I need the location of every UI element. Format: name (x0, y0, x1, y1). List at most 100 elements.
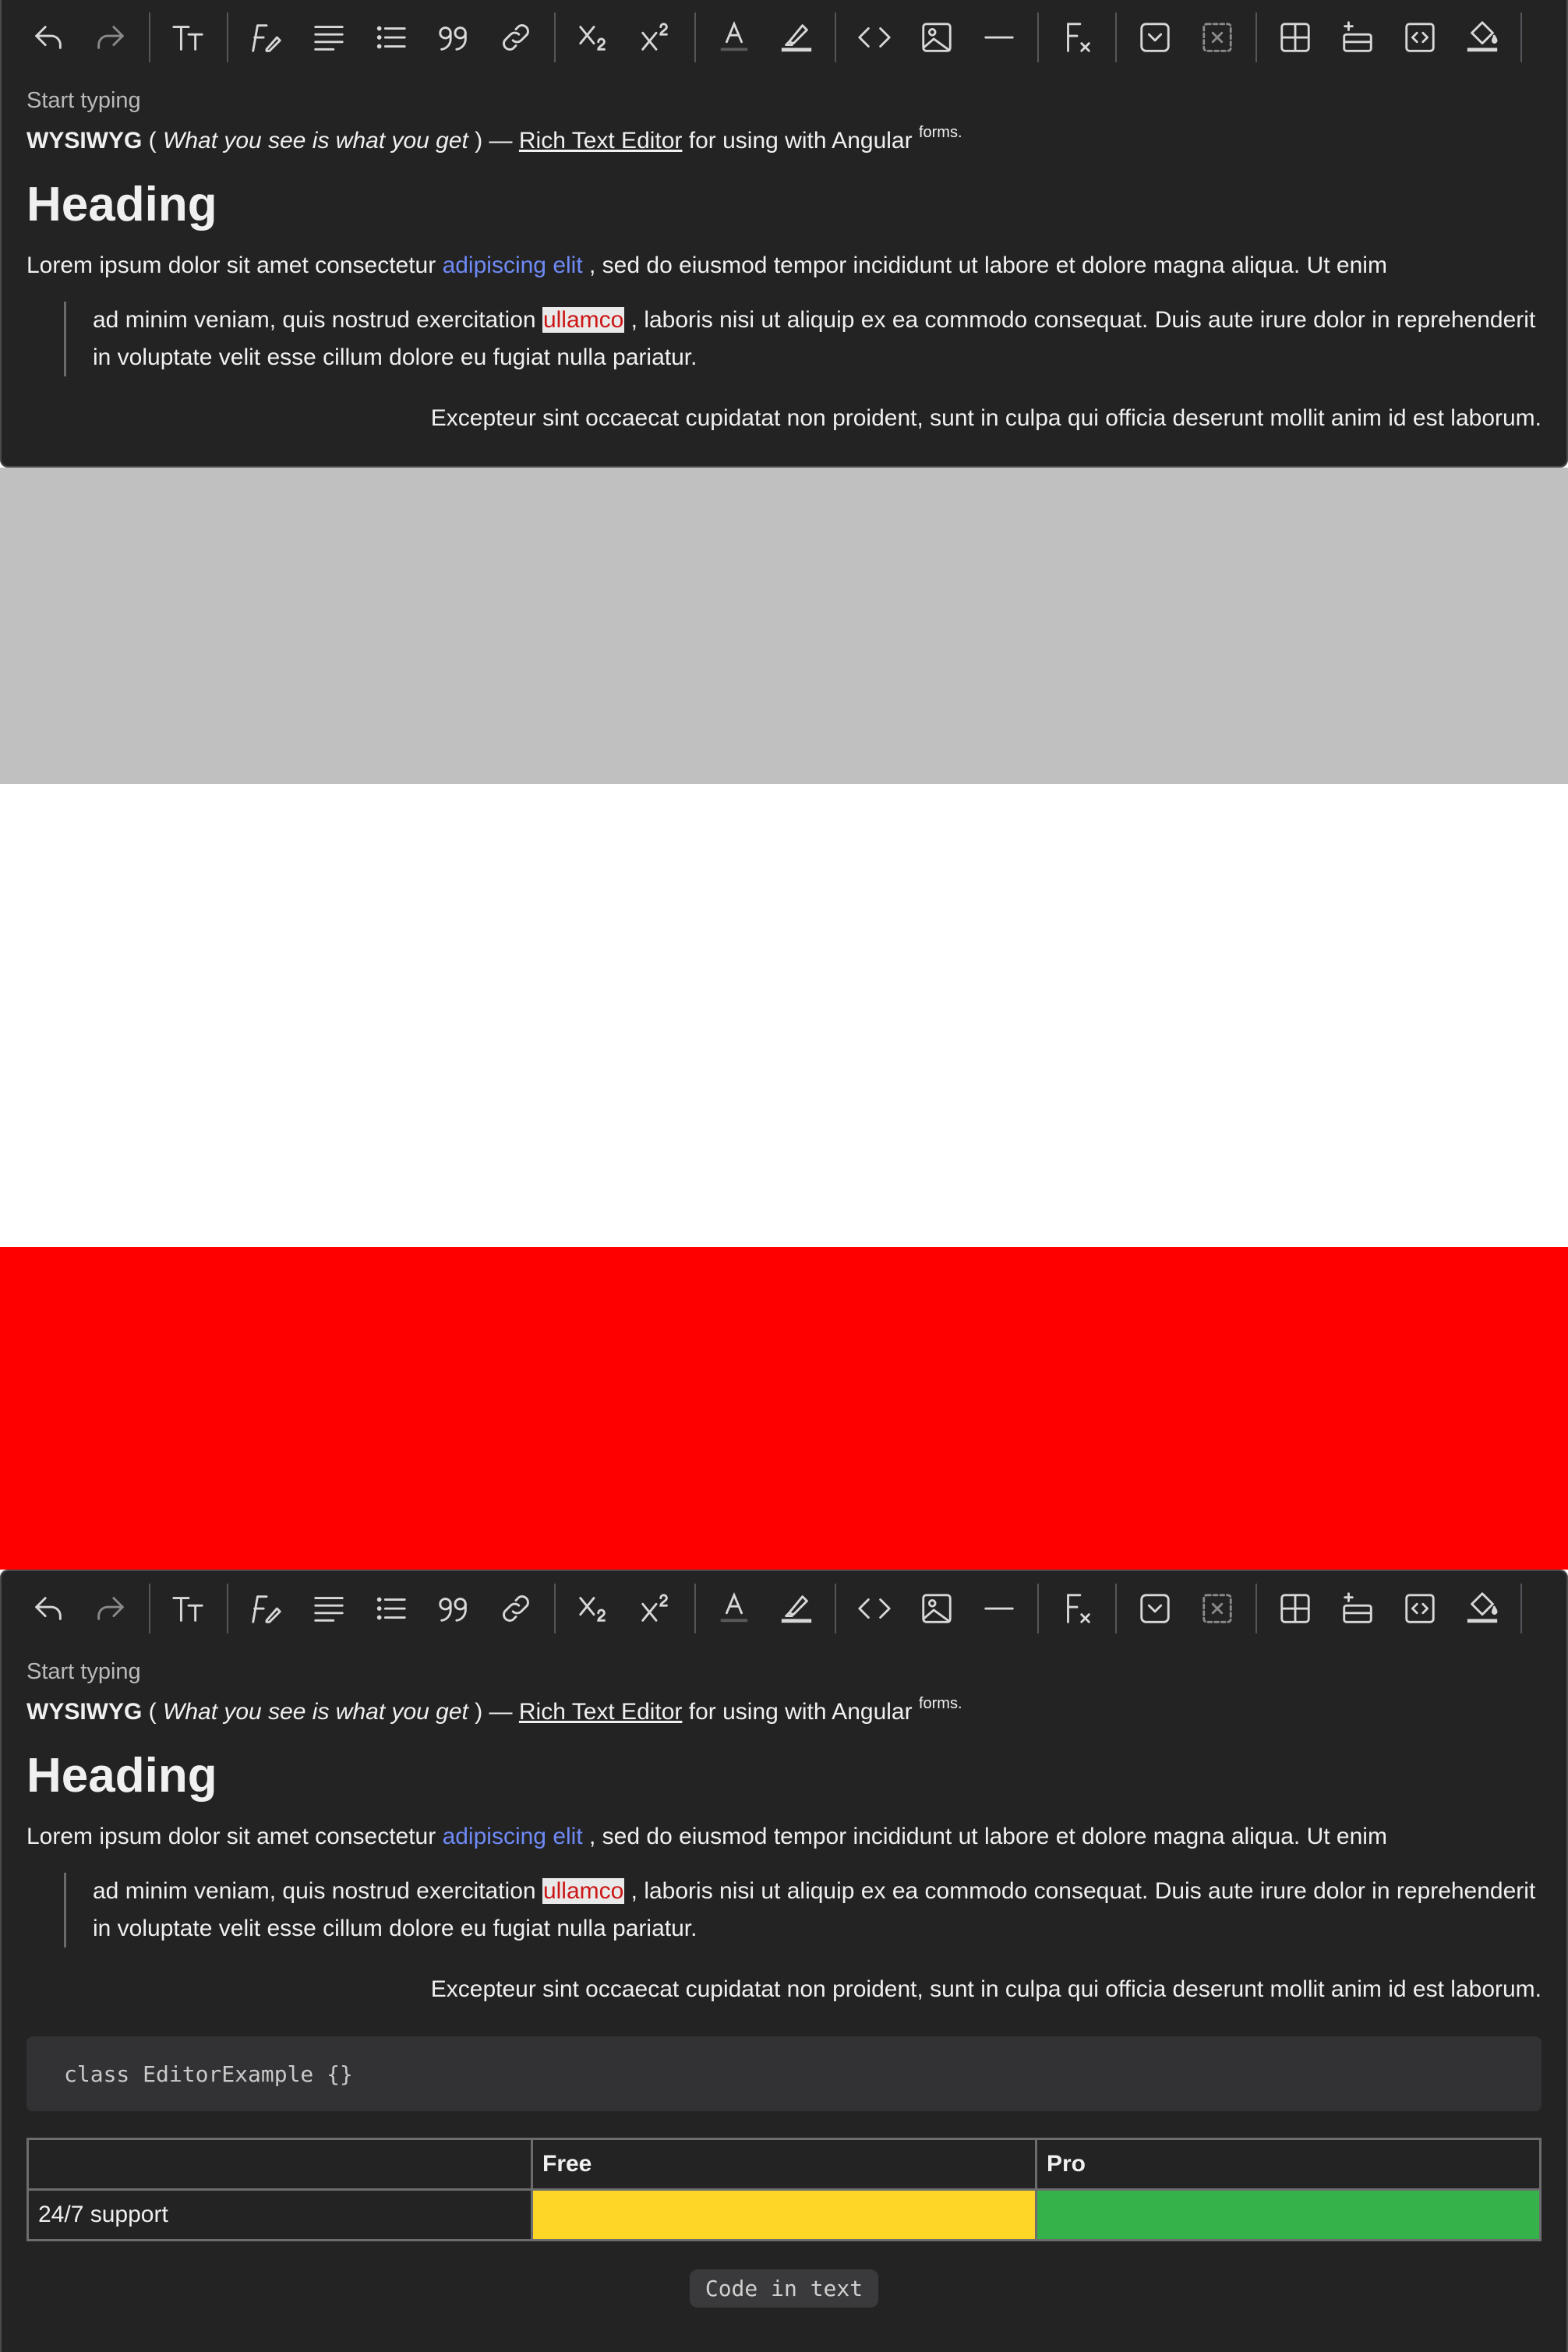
toolbar-separator (554, 12, 556, 62)
highlighted-word: ullamco (542, 307, 625, 333)
align-icon (314, 1597, 344, 1622)
clear-format-icon (1067, 23, 1090, 52)
font-style-button[interactable] (235, 6, 298, 69)
link-icon (503, 1595, 529, 1622)
code-button[interactable] (843, 1577, 906, 1640)
toolbar-separator (694, 12, 696, 62)
highlight-button[interactable] (765, 1577, 828, 1640)
paragraph-text: , sed do eiusmod tempor incididunt ut la… (582, 253, 1387, 278)
fill-color-button[interactable] (1451, 1577, 1513, 1640)
superscript-button[interactable] (625, 6, 687, 69)
toolbar-separator (1520, 1584, 1522, 1633)
quote-button[interactable] (422, 6, 485, 69)
subscript-button[interactable] (563, 6, 625, 69)
redo-icon (97, 26, 124, 49)
editor-toolbar (2, 0, 1566, 75)
intro-paren: ( (142, 1699, 164, 1725)
intro-bold: WYSIWYG (26, 128, 143, 154)
quote-text: ad minim veniam, quis nostrud exercitati… (93, 1878, 542, 1904)
list-button[interactable] (360, 1577, 422, 1640)
font-style-button[interactable] (235, 1577, 298, 1640)
remove-field-button[interactable] (1186, 1577, 1248, 1640)
undo-button[interactable] (17, 1577, 79, 1640)
toolbar-separator (1037, 12, 1039, 62)
align-icon (314, 26, 344, 51)
horizontal-rule-button[interactable] (968, 6, 1030, 69)
table-cell-green[interactable] (1035, 2188, 1542, 2241)
redo-button[interactable] (79, 6, 142, 69)
table-header-cell[interactable]: Free (531, 2138, 1037, 2191)
paragraph-text: , sed do eiusmod tempor incididunt ut la… (582, 1824, 1387, 1849)
embed-button[interactable] (1389, 1577, 1451, 1640)
clear-format-button[interactable] (1046, 6, 1108, 69)
horizontal-rule-icon (984, 1607, 1014, 1610)
paragraph-text: Lorem ipsum dolor sit amet consectetur (26, 253, 443, 278)
insert-row-button[interactable] (1326, 1577, 1389, 1640)
editor-top[interactable]: Start typing WYSIWYG ( What you see is w… (0, 0, 1568, 468)
remove-field-icon (1202, 1594, 1232, 1623)
pricing-table: Free Pro 24/7 support (26, 2138, 1542, 2241)
intro-bold: WYSIWYG (26, 1699, 143, 1725)
link-icon (503, 24, 529, 51)
paragraph-link[interactable]: adipiscing elit (443, 1824, 583, 1849)
table-cell-yellow[interactable] (531, 2188, 1037, 2241)
table-header-cell[interactable]: Pro (1035, 2138, 1542, 2191)
fill-color-icon (1467, 21, 1498, 52)
image-button[interactable] (906, 1577, 968, 1640)
editor-toolbar (2, 1571, 1566, 1646)
align-button[interactable] (298, 1577, 360, 1640)
table-cell[interactable]: 24/7 support (26, 2188, 533, 2241)
undo-button[interactable] (17, 6, 79, 69)
insert-row-button[interactable] (1326, 6, 1389, 69)
link-button[interactable] (485, 6, 547, 69)
align-button[interactable] (298, 6, 360, 69)
table-header-cell[interactable] (26, 2138, 533, 2191)
redo-button[interactable] (79, 1577, 142, 1640)
redo-icon (97, 1597, 124, 1620)
horizontal-rule-button[interactable] (968, 1577, 1030, 1640)
text-color-icon (720, 21, 748, 51)
text-size-button[interactable] (157, 6, 220, 69)
table-header-row: Free Pro (26, 2138, 1542, 2191)
paragraph-lorem: Lorem ipsum dolor sit amet consectetur a… (26, 1821, 1542, 1852)
undo-icon (35, 1597, 62, 1620)
superscript-icon (641, 1594, 668, 1622)
text-size-button[interactable] (157, 1577, 220, 1640)
superscript-button[interactable] (625, 1577, 687, 1640)
table-button[interactable] (1264, 1577, 1326, 1640)
embed-icon (1405, 23, 1435, 52)
paragraph-link[interactable]: adipiscing elit (443, 253, 583, 278)
undo-icon (35, 26, 62, 49)
remove-field-button[interactable] (1186, 6, 1248, 69)
editor-content[interactable]: Start typing WYSIWYG ( What you see is w… (2, 1657, 1566, 2308)
toolbar-separator (1037, 1584, 1039, 1633)
embed-button[interactable] (1389, 6, 1451, 69)
code-icon (858, 1598, 891, 1619)
editor-content[interactable]: Start typing WYSIWYG ( What you see is w… (2, 86, 1566, 434)
table-button[interactable] (1264, 6, 1326, 69)
gray-band (0, 468, 1568, 784)
dropdown-button[interactable] (1124, 6, 1186, 69)
fill-color-button[interactable] (1451, 6, 1513, 69)
subscript-button[interactable] (563, 1577, 625, 1640)
quote-icon (439, 26, 467, 51)
toolbar-separator (554, 1584, 556, 1633)
clear-format-button[interactable] (1046, 1577, 1108, 1640)
text-color-button[interactable] (703, 6, 765, 69)
content-heading: Heading (26, 178, 217, 231)
superscript-icon (641, 23, 668, 51)
list-button[interactable] (360, 6, 422, 69)
quote-button[interactable] (422, 1577, 485, 1640)
dropdown-button[interactable] (1124, 1577, 1186, 1640)
highlight-button[interactable] (765, 6, 828, 69)
code-button[interactable] (843, 6, 906, 69)
text-color-button[interactable] (703, 1577, 765, 1640)
intro-link[interactable]: Rich Text Editor (519, 1699, 683, 1725)
intro-link[interactable]: Rich Text Editor (519, 128, 683, 154)
image-button[interactable] (906, 6, 968, 69)
link-button[interactable] (485, 1577, 547, 1640)
text-size-icon (172, 1597, 203, 1622)
editor-bottom[interactable]: Start typing WYSIWYG ( What you see is w… (0, 1570, 1568, 2352)
toolbar-separator (149, 12, 150, 62)
inline-code: Code in text (689, 2269, 879, 2308)
